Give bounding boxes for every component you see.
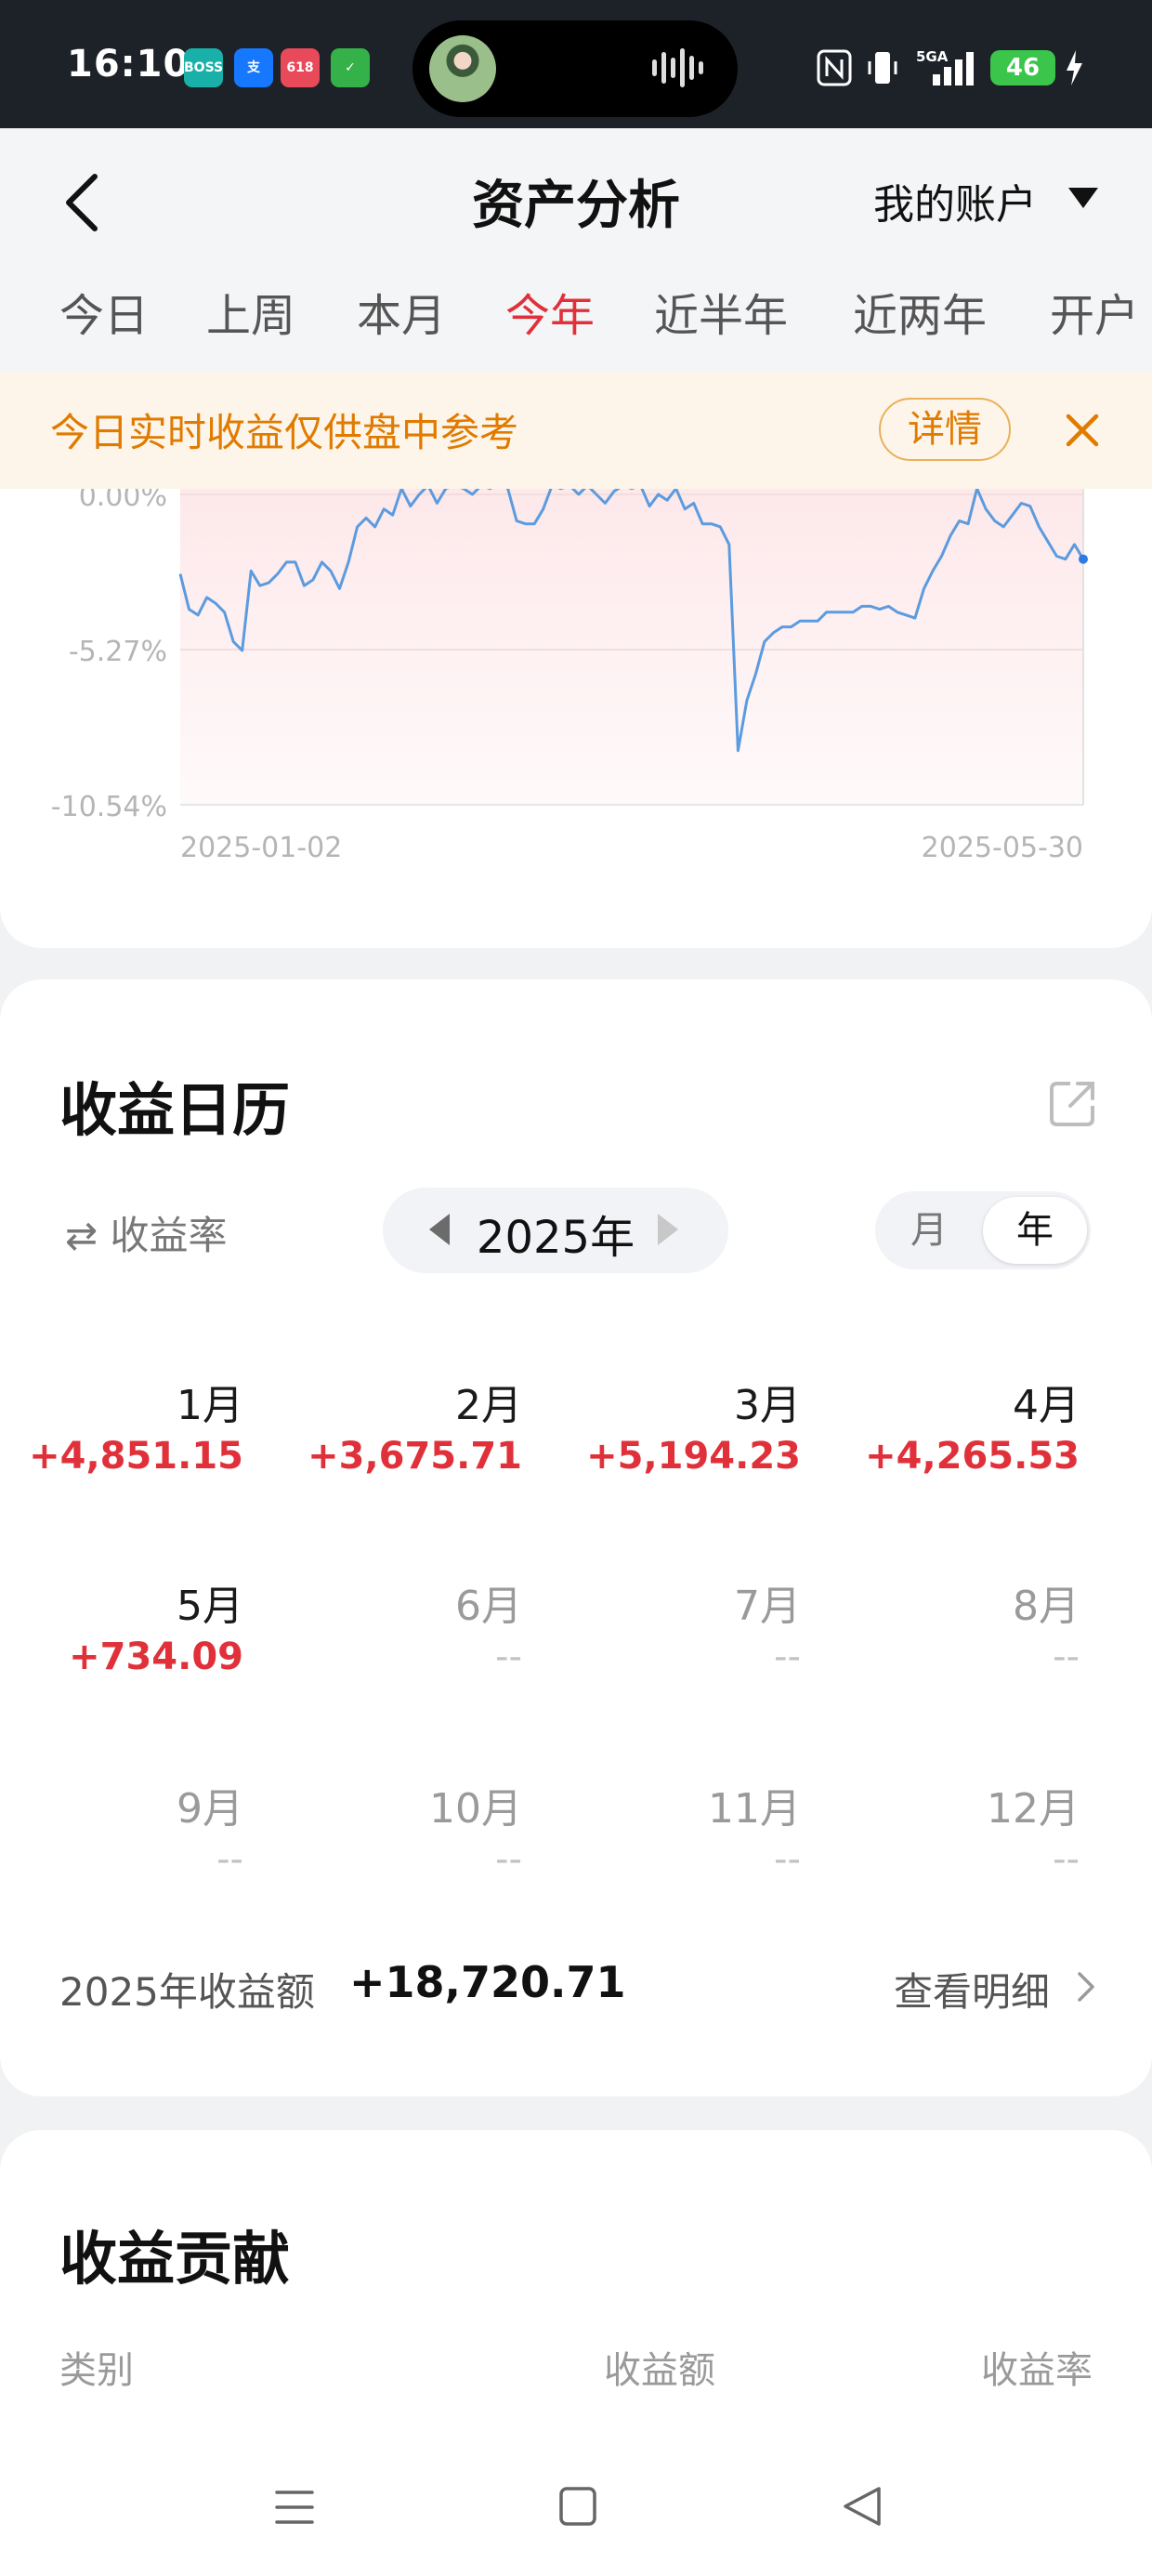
month-return: +4,851.15 (29, 1435, 243, 1478)
rate-toggle-label: 收益率 (110, 1213, 228, 1258)
contribution-title: 收益贡献 (59, 2225, 291, 2293)
nfc-icon (816, 48, 853, 87)
month-name: 8月 (1013, 1583, 1080, 1630)
notice-text: 今日实时收益仅供盘中参考 (50, 410, 519, 455)
y-tick-label: -5.27% (69, 636, 167, 668)
return-line-chart[interactable]: 0.00% -5.27% -10.54% 2025-01-02 2025-05-30 (0, 489, 1152, 898)
close-icon[interactable] (1059, 407, 1106, 453)
taobao-618-app-icon: 618 (281, 48, 320, 87)
account-selector[interactable]: 我的账户 (873, 171, 1037, 230)
month-name: 6月 (455, 1583, 522, 1630)
tab-two-years[interactable]: 近两年 (853, 279, 987, 344)
x-tick-label: 2025-01-02 (180, 832, 342, 864)
next-year-icon[interactable] (658, 1214, 678, 1245)
alipay-app-icon: 支 (234, 48, 273, 87)
calendar-title: 收益日历 (59, 1076, 291, 1144)
rate-toggle[interactable]: ⇄ 收益率 (65, 1204, 228, 1261)
month-return: +3,675.71 (308, 1435, 522, 1478)
month-return: +5,194.23 (586, 1435, 801, 1478)
caret-down-icon[interactable] (1068, 188, 1098, 208)
voice-wave-icon (650, 45, 710, 91)
month-return: -- (1053, 1838, 1080, 1881)
column-return-amount: 收益额 (604, 2349, 715, 2392)
tab-this-month[interactable]: 本月 (357, 279, 446, 344)
period-tabs: 今日 上周 本月 今年 近半年 近两年 开户 (0, 279, 1152, 353)
month-name: 3月 (734, 1382, 801, 1429)
svg-text:5GA: 5GA (916, 48, 949, 65)
home-icon[interactable] (557, 2485, 598, 2531)
back-nav-icon[interactable] (840, 2485, 884, 2531)
view-details-link[interactable]: 查看明细 (894, 1961, 1050, 2017)
month-return: -- (1053, 1636, 1080, 1678)
month-name: 12月 (987, 1785, 1080, 1833)
battery-indicator: 46 (990, 50, 1055, 85)
month-return: -- (495, 1636, 522, 1678)
column-return-rate: 收益率 (981, 2349, 1093, 2392)
segment-month[interactable]: 月 (875, 1191, 983, 1269)
return-calendar-card (0, 979, 1152, 2096)
month-name: 10月 (429, 1785, 522, 1833)
notice-details-button[interactable]: 详情 (879, 398, 1011, 461)
menu-icon[interactable] (273, 2487, 316, 2531)
month-name: 9月 (177, 1785, 243, 1833)
plot-area (180, 489, 1083, 805)
month-name: 7月 (734, 1583, 801, 1630)
avatar (429, 35, 496, 102)
month-name: 4月 (1013, 1382, 1080, 1429)
month-return: +4,265.53 (865, 1435, 1080, 1478)
boss-zhipin-app-icon: BOSS (184, 48, 223, 87)
tab-today[interactable]: 今日 (59, 279, 149, 344)
tab-half-year[interactable]: 近半年 (654, 279, 788, 344)
month-return: +734.09 (69, 1636, 243, 1678)
month-name: 5月 (177, 1583, 243, 1630)
share-icon[interactable] (1048, 1078, 1098, 1128)
month-name: 2月 (455, 1382, 522, 1429)
month-return: -- (774, 1838, 801, 1881)
month-name: 1月 (177, 1382, 243, 1429)
x-tick-label: 2025-05-30 (922, 832, 1083, 864)
y-tick-label: -10.54% (51, 791, 167, 823)
month-return: -- (774, 1636, 801, 1678)
column-category: 类别 (59, 2349, 134, 2392)
month-name: 11月 (708, 1785, 801, 1833)
tab-since-opening[interactable]: 开户 (1050, 279, 1139, 344)
green-app-icon: ✓ (331, 48, 370, 87)
vibrate-icon (866, 48, 899, 87)
status-time: 16:10 (67, 43, 190, 85)
charging-icon (1063, 48, 1085, 87)
month-return: -- (495, 1838, 522, 1881)
chevron-right-icon[interactable] (1076, 1968, 1098, 2005)
total-value: +18,720.71 (349, 1957, 626, 2007)
tab-this-year[interactable]: 今年 (505, 279, 595, 344)
tab-last-week[interactable]: 上周 (206, 279, 295, 344)
month-return: -- (216, 1838, 243, 1881)
latest-point (1079, 554, 1088, 564)
swap-icon: ⇄ (65, 1213, 111, 1258)
segment-year[interactable]: 年 (983, 1197, 1087, 1264)
signal-5ga-icon: 5GA (910, 48, 977, 87)
y-tick-label: 0.00% (79, 489, 167, 513)
total-label: 2025年收益额 (59, 1969, 315, 2015)
